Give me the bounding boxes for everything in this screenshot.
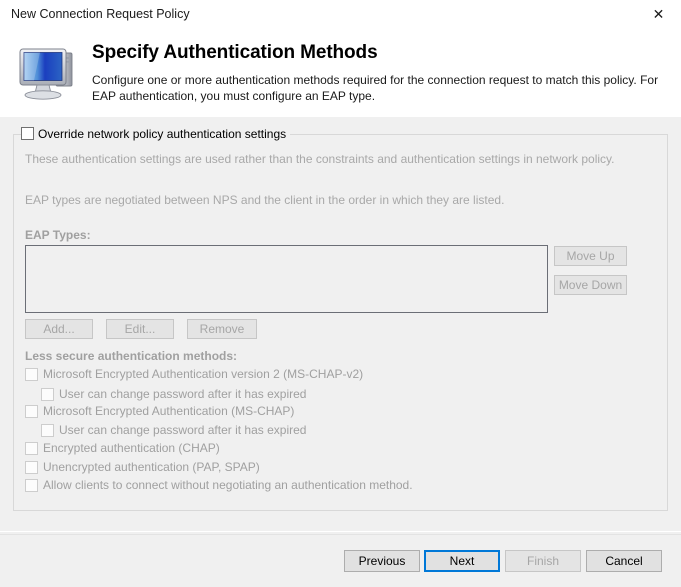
- checkbox-box: [25, 367, 38, 381]
- checkbox-label: Override network policy authentication s…: [38, 126, 287, 141]
- override-network-policy-checkbox[interactable]: Override network policy authentication s…: [21, 125, 291, 142]
- eap-types-label: EAP Types:: [25, 228, 91, 242]
- checkbox-label: Microsoft Encrypted Authentication (MS-C…: [43, 404, 295, 418]
- checkbox-box: [25, 478, 38, 492]
- checkbox-label: Microsoft Encrypted Authentication versi…: [43, 367, 364, 381]
- less-secure-methods-label: Less secure authentication methods:: [25, 349, 238, 363]
- previous-button[interactable]: Previous: [344, 550, 420, 572]
- info-text-network-policy: These authentication settings are used r…: [25, 152, 615, 166]
- cancel-button[interactable]: Cancel: [586, 550, 662, 572]
- close-icon: ✕: [652, 7, 665, 23]
- move-down-button[interactable]: Move Down: [554, 275, 627, 295]
- next-button[interactable]: Next: [424, 550, 500, 572]
- checkbox-chap[interactable]: Encrypted authentication (CHAP): [25, 441, 220, 455]
- page-title: Specify Authentication Methods: [92, 42, 378, 63]
- eap-types-listbox[interactable]: [25, 245, 548, 313]
- checkbox-pap-spap[interactable]: Unencrypted authentication (PAP, SPAP): [25, 460, 260, 474]
- checkbox-box: [21, 127, 34, 140]
- computer-monitor-icon: [12, 40, 84, 104]
- checkbox-label: User can change password after it has ex…: [59, 387, 307, 401]
- finish-button[interactable]: Finish: [505, 550, 581, 572]
- checkbox-allow-no-authentication[interactable]: Allow clients to connect without negotia…: [25, 478, 413, 492]
- checkbox-ms-chap[interactable]: Microsoft Encrypted Authentication (MS-C…: [25, 404, 294, 418]
- checkbox-ms-chap-v2[interactable]: Microsoft Encrypted Authentication versi…: [25, 367, 363, 381]
- checkbox-label: Encrypted authentication (CHAP): [43, 441, 220, 455]
- remove-button[interactable]: Remove: [187, 319, 257, 339]
- checkbox-label: Unencrypted authentication (PAP, SPAP): [43, 460, 260, 474]
- wizard-header: Specify Authentication Methods Configure…: [0, 30, 681, 117]
- checkbox-ms-chap-change-password[interactable]: User can change password after it has ex…: [41, 423, 306, 437]
- edit-button[interactable]: Edit...: [106, 319, 174, 339]
- checkbox-ms-chap-v2-change-password[interactable]: User can change password after it has ex…: [41, 387, 306, 401]
- checkbox-box: [25, 404, 38, 418]
- move-up-button[interactable]: Move Up: [554, 246, 627, 266]
- checkbox-box: [41, 423, 54, 437]
- checkbox-label: Allow clients to connect without negotia…: [43, 478, 413, 492]
- title-bar: New Connection Request Policy ✕: [0, 0, 681, 30]
- checkbox-box: [25, 460, 38, 474]
- close-button[interactable]: ✕: [636, 0, 681, 30]
- footer-separator-light: [0, 531, 681, 532]
- page-description: Configure one or more authentication met…: [92, 73, 659, 103]
- info-text-eap-order: EAP types are negotiated between NPS and…: [25, 193, 505, 207]
- checkbox-box: [25, 441, 38, 455]
- window-title: New Connection Request Policy: [11, 7, 190, 21]
- add-button[interactable]: Add...: [25, 319, 93, 339]
- checkbox-label: User can change password after it has ex…: [59, 423, 307, 437]
- checkbox-box: [41, 387, 54, 401]
